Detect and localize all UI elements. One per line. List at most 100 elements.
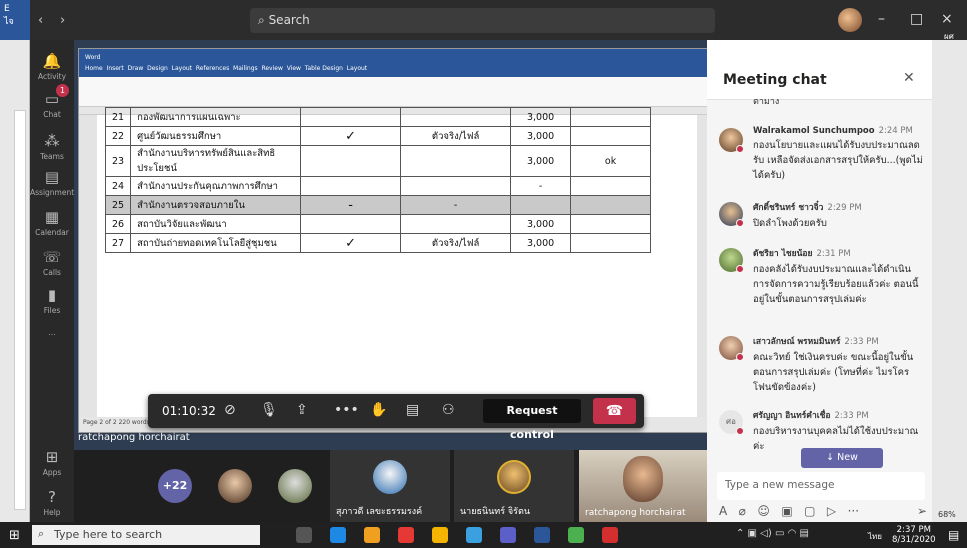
call-controls: 01:10:32 ⊘ 🎙 ⇪ ••• ✋ ▤ ⚇ Request control… [148,394,644,441]
participant-name: นายธนินทร์ จิรัตน [460,507,531,517]
taskbar-clock[interactable]: 2:37 PM 8/31/2020 [892,525,936,545]
app-letter: E [4,4,10,14]
rail-files[interactable]: ▮ Files [30,286,74,315]
message-text: กองคลังได้รับงบประมาณและได้ดำเนินการจัดก… [753,264,919,305]
word-right-strip: 68% [932,40,967,522]
rail-assignments[interactable]: ▤ Assignments [30,168,78,197]
table-row: 23 สำนักงานบริหารทรัพย์สินและสิทธิประโยชน… [104,145,652,177]
more-icon[interactable]: ••• [334,402,359,418]
table-cell-note [570,176,652,196]
hang-up-button[interactable]: ☎ [593,398,636,424]
send-icon[interactable]: ➢ [917,504,927,518]
app-rail: 🔔 Activity ▭ Chat 1 ⁂ Teams ▤ Assignments ▦ C… [30,40,78,522]
emoji-icon[interactable]: ☺ [757,504,770,518]
message-input[interactable]: Type a new message [717,472,925,500]
tab-insert: Insert [106,65,124,72]
meet-icon[interactable]: ▷ [827,504,836,518]
minimize-button[interactable]: – [878,11,885,27]
tab-references: References [195,65,230,72]
overflow-count[interactable]: +22 [158,469,192,503]
table-cell-amount: 3,000 [510,145,572,177]
rail-more[interactable]: ... [30,328,74,337]
mail-icon[interactable] [466,527,482,543]
sticker-icon[interactable]: ▢ [804,504,815,518]
table-cell-status [400,214,512,234]
message-time: 2:31 PM [816,249,851,259]
search-placeholder: Search [268,13,310,27]
back-button[interactable]: ‹ [38,13,43,28]
pdf-icon[interactable] [602,527,618,543]
chat-toggle-icon[interactable]: ▤ [406,402,419,418]
word-taskbar-icon[interactable] [534,527,550,543]
format-icon[interactable]: A [719,504,727,518]
share-icon[interactable]: ⇪ [296,402,308,418]
windows-start-icon[interactable]: ⊞ [9,528,20,543]
chrome-icon[interactable] [398,527,414,543]
message-text: กองนโยบายและแผนได้รับงบประมาณลดรับ เหลือ… [753,140,923,181]
table-cell-no: 27 [104,233,132,253]
close-chat-icon[interactable]: ✕ [903,70,915,86]
forward-button[interactable]: › [60,13,65,28]
participant-avatar[interactable] [278,469,312,503]
table-cell-mark [300,214,402,234]
table-cell-amount: 3,000 [510,126,572,146]
table-cell-status [400,107,512,127]
sender-name: ดัชริยา ไชยน้อย [753,249,813,259]
table-cell-no: 22 [104,126,132,146]
ribbon-tabs: Home Insert Draw Design Layout Reference… [79,65,707,77]
rail-activity[interactable]: 🔔 Activity [30,52,74,81]
raise-hand-icon[interactable]: ✋ [370,402,387,418]
store-icon[interactable] [364,527,380,543]
table-cell-mark: ✓ [300,126,402,146]
message-text: คณะวิทย์ ใช่เงินครบค่ะ ขณะนี้อยู่ในขั้นต… [753,352,914,393]
rail-teams[interactable]: ⁂ Teams [30,132,74,161]
help-icon: ? [48,488,56,506]
clock-date: 8/31/2020 [892,535,936,545]
search-input[interactable]: ⌕ Search [250,8,715,33]
camera-off-icon[interactable]: ⊘ [224,402,236,418]
participant-tile[interactable]: สุภาวดี เลขะธรรมรงค์ [330,450,450,522]
tab-draw: Draw [127,65,144,72]
status-dot [736,265,744,273]
taskbar-search[interactable]: ⌕ Type here to search [32,525,260,545]
notifications-icon[interactable]: ▤ [948,528,959,542]
rail-apps[interactable]: ⊞ Apps [30,448,74,477]
participant-video[interactable]: ratchapong horchairat [579,450,707,522]
table-cell-name: กองพัฒนาการแผนเฉพาะ [130,107,302,127]
maximize-button[interactable]: □ [910,11,923,27]
chat-title: Meeting chat [723,72,827,88]
rail-calendar[interactable]: ▦ Calendar [30,208,74,237]
system-tray-icons[interactable]: ⌃ ▣ ◁) ▭ ◠ ▤ [736,528,809,539]
edge-icon[interactable] [330,527,346,543]
attach-icon[interactable]: ⌀ [739,504,746,518]
word-title: Word [85,54,101,61]
language-indicator[interactable]: ไทย [868,530,882,543]
explorer-icon[interactable] [432,527,448,543]
task-view-icon[interactable] [296,527,312,543]
participant-tile[interactable]: นายธนินทร์ จิรัตน [454,450,574,522]
table-cell-name: สำนักงานประกันคุณภาพการศึกษา [130,176,302,196]
message-text: ปิดลำโพงด้วยครับ [753,218,827,229]
files-icon: ▮ [47,286,57,304]
chat-message: Walrakamol Sunchumpoo 2:24 PM กองนโยบายแล… [719,126,924,183]
teams-icon: ⁂ [44,132,60,150]
table-cell-status [400,145,512,177]
sender-name: ศรัญญา อินทร์คำเชื่อ [753,411,831,421]
table-cell-no: 26 [104,214,132,234]
table-cell-status [400,176,512,196]
teams-taskbar-icon[interactable] [500,527,516,543]
mic-off-icon[interactable]: 🎙 [260,402,278,418]
new-messages-button[interactable]: ↓ New messages [801,448,883,483]
calendar-icon: ▦ [44,208,60,226]
participants-icon[interactable]: ⚇ [442,402,455,418]
gif-icon[interactable]: ▣ [781,504,792,518]
close-button[interactable]: × [941,11,953,27]
more-options-icon[interactable]: ··· [848,504,859,518]
user-avatar[interactable] [838,8,862,32]
rail-help[interactable]: ? Help [30,488,74,517]
ribbon-body [79,77,707,107]
request-control-button[interactable]: Request control [483,399,581,441]
participant-avatar[interactable] [218,469,252,503]
line-icon[interactable] [568,527,584,543]
rail-calls[interactable]: ☏ Calls [30,248,74,277]
